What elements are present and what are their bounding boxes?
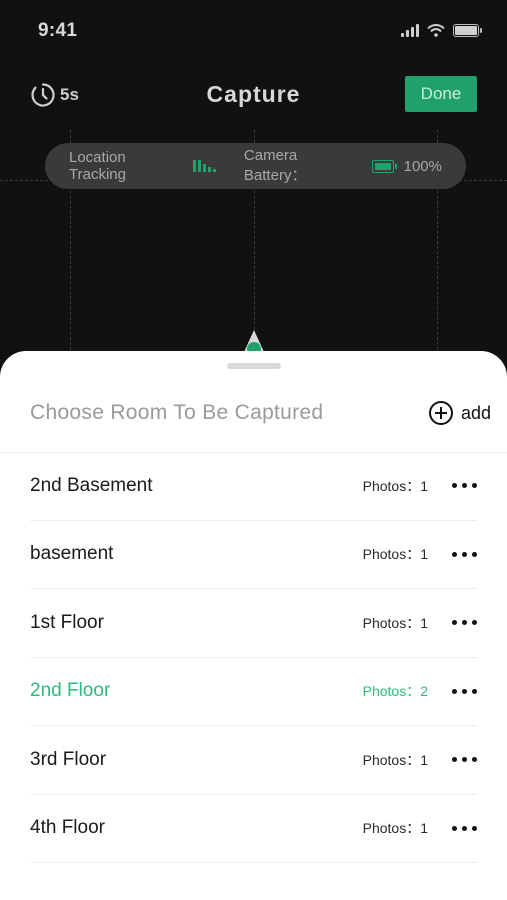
- room-name: 4th Floor: [30, 817, 105, 839]
- room-row[interactable]: 4th Floor Photos：1: [30, 795, 477, 863]
- room-row[interactable]: 1st Floor Photos：1: [30, 589, 477, 658]
- sheet-drag-handle[interactable]: [227, 363, 281, 369]
- room-list: 2nd Basement Photos：1 basement Photos：1 …: [30, 452, 477, 863]
- sheet-title: Choose Room To Be Captured: [30, 401, 324, 424]
- room-photo-count: Photos：1: [362, 614, 428, 631]
- more-icon[interactable]: [452, 551, 477, 557]
- add-label: add: [460, 402, 491, 423]
- more-icon[interactable]: [452, 620, 477, 626]
- room-name: 2nd Basement: [30, 474, 153, 496]
- room-name: 2nd Floor: [30, 680, 111, 702]
- add-room-button[interactable]: add: [428, 401, 491, 425]
- more-icon[interactable]: [452, 757, 477, 763]
- room-name: 3rd Floor: [30, 748, 107, 770]
- room-row[interactable]: basement Photos：1: [30, 521, 477, 589]
- more-icon[interactable]: [452, 688, 477, 694]
- status-icons: [401, 24, 482, 37]
- camera-battery-label: Camera Battery：: [243, 147, 307, 184]
- room-bottom-sheet: Choose Room To Be Captured add 2nd Basem…: [0, 351, 507, 900]
- add-circle-icon: [428, 401, 453, 425]
- room-photo-count: Photos：1: [362, 820, 428, 837]
- signal-icon: [401, 24, 419, 37]
- status-info-pill: Location Tracking Camera Battery： 100%: [45, 143, 466, 189]
- room-photo-count: Photos：2: [362, 683, 428, 700]
- room-row[interactable]: 2nd Basement Photos：1: [30, 452, 477, 521]
- room-photo-count: Photos：1: [362, 751, 428, 768]
- camera-battery-value: 100%: [403, 157, 442, 175]
- camera-battery-icon: [372, 159, 398, 173]
- room-row[interactable]: 3rd Floor Photos：1: [30, 726, 477, 795]
- room-name: 1st Floor: [30, 611, 104, 633]
- room-photo-count: Photos：1: [362, 477, 428, 494]
- room-name: basement: [30, 543, 114, 565]
- status-time: 9:41: [38, 20, 78, 41]
- room-row-selected[interactable]: 2nd Floor Photos：2: [30, 658, 477, 726]
- more-icon[interactable]: [452, 825, 477, 831]
- wifi-icon: [427, 24, 445, 37]
- room-photo-count: Photos：1: [362, 546, 428, 563]
- done-button[interactable]: Done: [405, 76, 477, 112]
- more-icon[interactable]: [452, 483, 477, 489]
- tracking-bars-icon: [192, 160, 216, 172]
- capture-screen: 9:41 5s Capture Done Location Tracking C…: [0, 0, 507, 900]
- battery-icon: [453, 24, 482, 37]
- location-tracking-label: Location Tracking: [69, 149, 126, 183]
